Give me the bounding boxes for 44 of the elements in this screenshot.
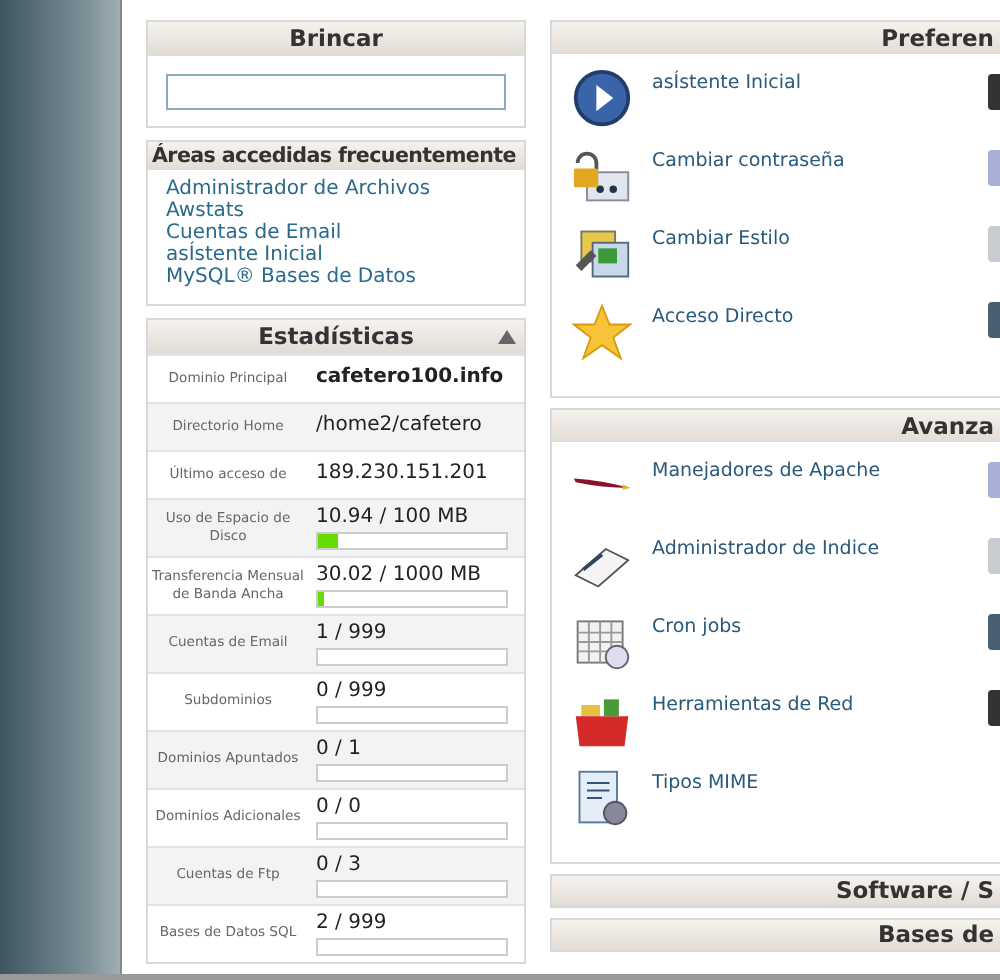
frequent-link[interactable]: Administrador de Archivos: [166, 177, 506, 199]
advanced-link[interactable]: Tipos MIME: [652, 768, 759, 794]
stat-value: 0 / 3: [316, 853, 363, 877]
advanced-link[interactable]: Manejadores de Apache: [652, 456, 881, 482]
panel-title: Estadísticas: [258, 319, 414, 351]
panel-title: Software / S: [835, 876, 994, 904]
stat-value: cafetero100.info: [316, 366, 506, 390]
padlock-icon[interactable]: [572, 146, 632, 206]
stat-value: /home2/cafetero: [316, 414, 484, 438]
star-icon[interactable]: [572, 302, 632, 362]
frequent-link[interactable]: Awstats: [166, 199, 506, 221]
panel-title: Avanza: [901, 412, 994, 440]
stat-value: 30.02 / 1000 MB: [316, 563, 483, 587]
stat-value: 0 / 1: [316, 737, 363, 761]
cut-off-icon[interactable]: [988, 74, 1000, 110]
collapsed-panel-header[interactable]: Bases de: [550, 918, 1000, 952]
collapse-arrow-icon[interactable]: [498, 329, 516, 343]
cut-off-icon[interactable]: [988, 302, 1000, 338]
panel-title: Áreas accedidas frecuentemente: [148, 141, 524, 169]
collapsed-panel-header[interactable]: Software / S: [550, 874, 1000, 908]
panel-title: Preferen: [881, 24, 994, 52]
panel-title: Bases de: [877, 920, 994, 948]
advanced-link[interactable]: Herramientas de Red: [652, 690, 854, 716]
play-icon[interactable]: [572, 68, 632, 128]
cut-off-icon[interactable]: [988, 614, 1000, 650]
advanced-link[interactable]: Administrador de Indice: [652, 534, 880, 560]
preference-link[interactable]: Acceso Directo: [652, 302, 794, 328]
stat-value: 1 / 999: [316, 621, 389, 645]
frequent-link[interactable]: Cuentas de Email: [166, 221, 506, 243]
frequent-link[interactable]: MySQL® Bases de Datos: [166, 265, 506, 287]
advanced-link[interactable]: Cron jobs: [652, 612, 742, 638]
stat-value: 10.94 / 100 MB: [316, 505, 471, 529]
panel-header[interactable]: Estadísticas: [148, 319, 524, 353]
stat-value: 0 / 0: [316, 795, 363, 819]
frequent-link[interactable]: asÍstente Inicial: [166, 243, 506, 265]
preference-link[interactable]: Cambiar Estilo: [652, 224, 790, 250]
stat-value: 0 / 999: [316, 679, 389, 703]
cut-off-icon[interactable]: [988, 690, 1000, 726]
stat-value: 2 / 999: [316, 911, 389, 935]
stat-value: 189.230.151.201: [316, 462, 490, 486]
preference-link[interactable]: Cambiar contraseña: [652, 146, 845, 172]
preference-link[interactable]: asÍstente Inicial: [652, 68, 801, 94]
search-field[interactable]: [166, 73, 506, 109]
panel-title: Brincar: [148, 22, 524, 56]
